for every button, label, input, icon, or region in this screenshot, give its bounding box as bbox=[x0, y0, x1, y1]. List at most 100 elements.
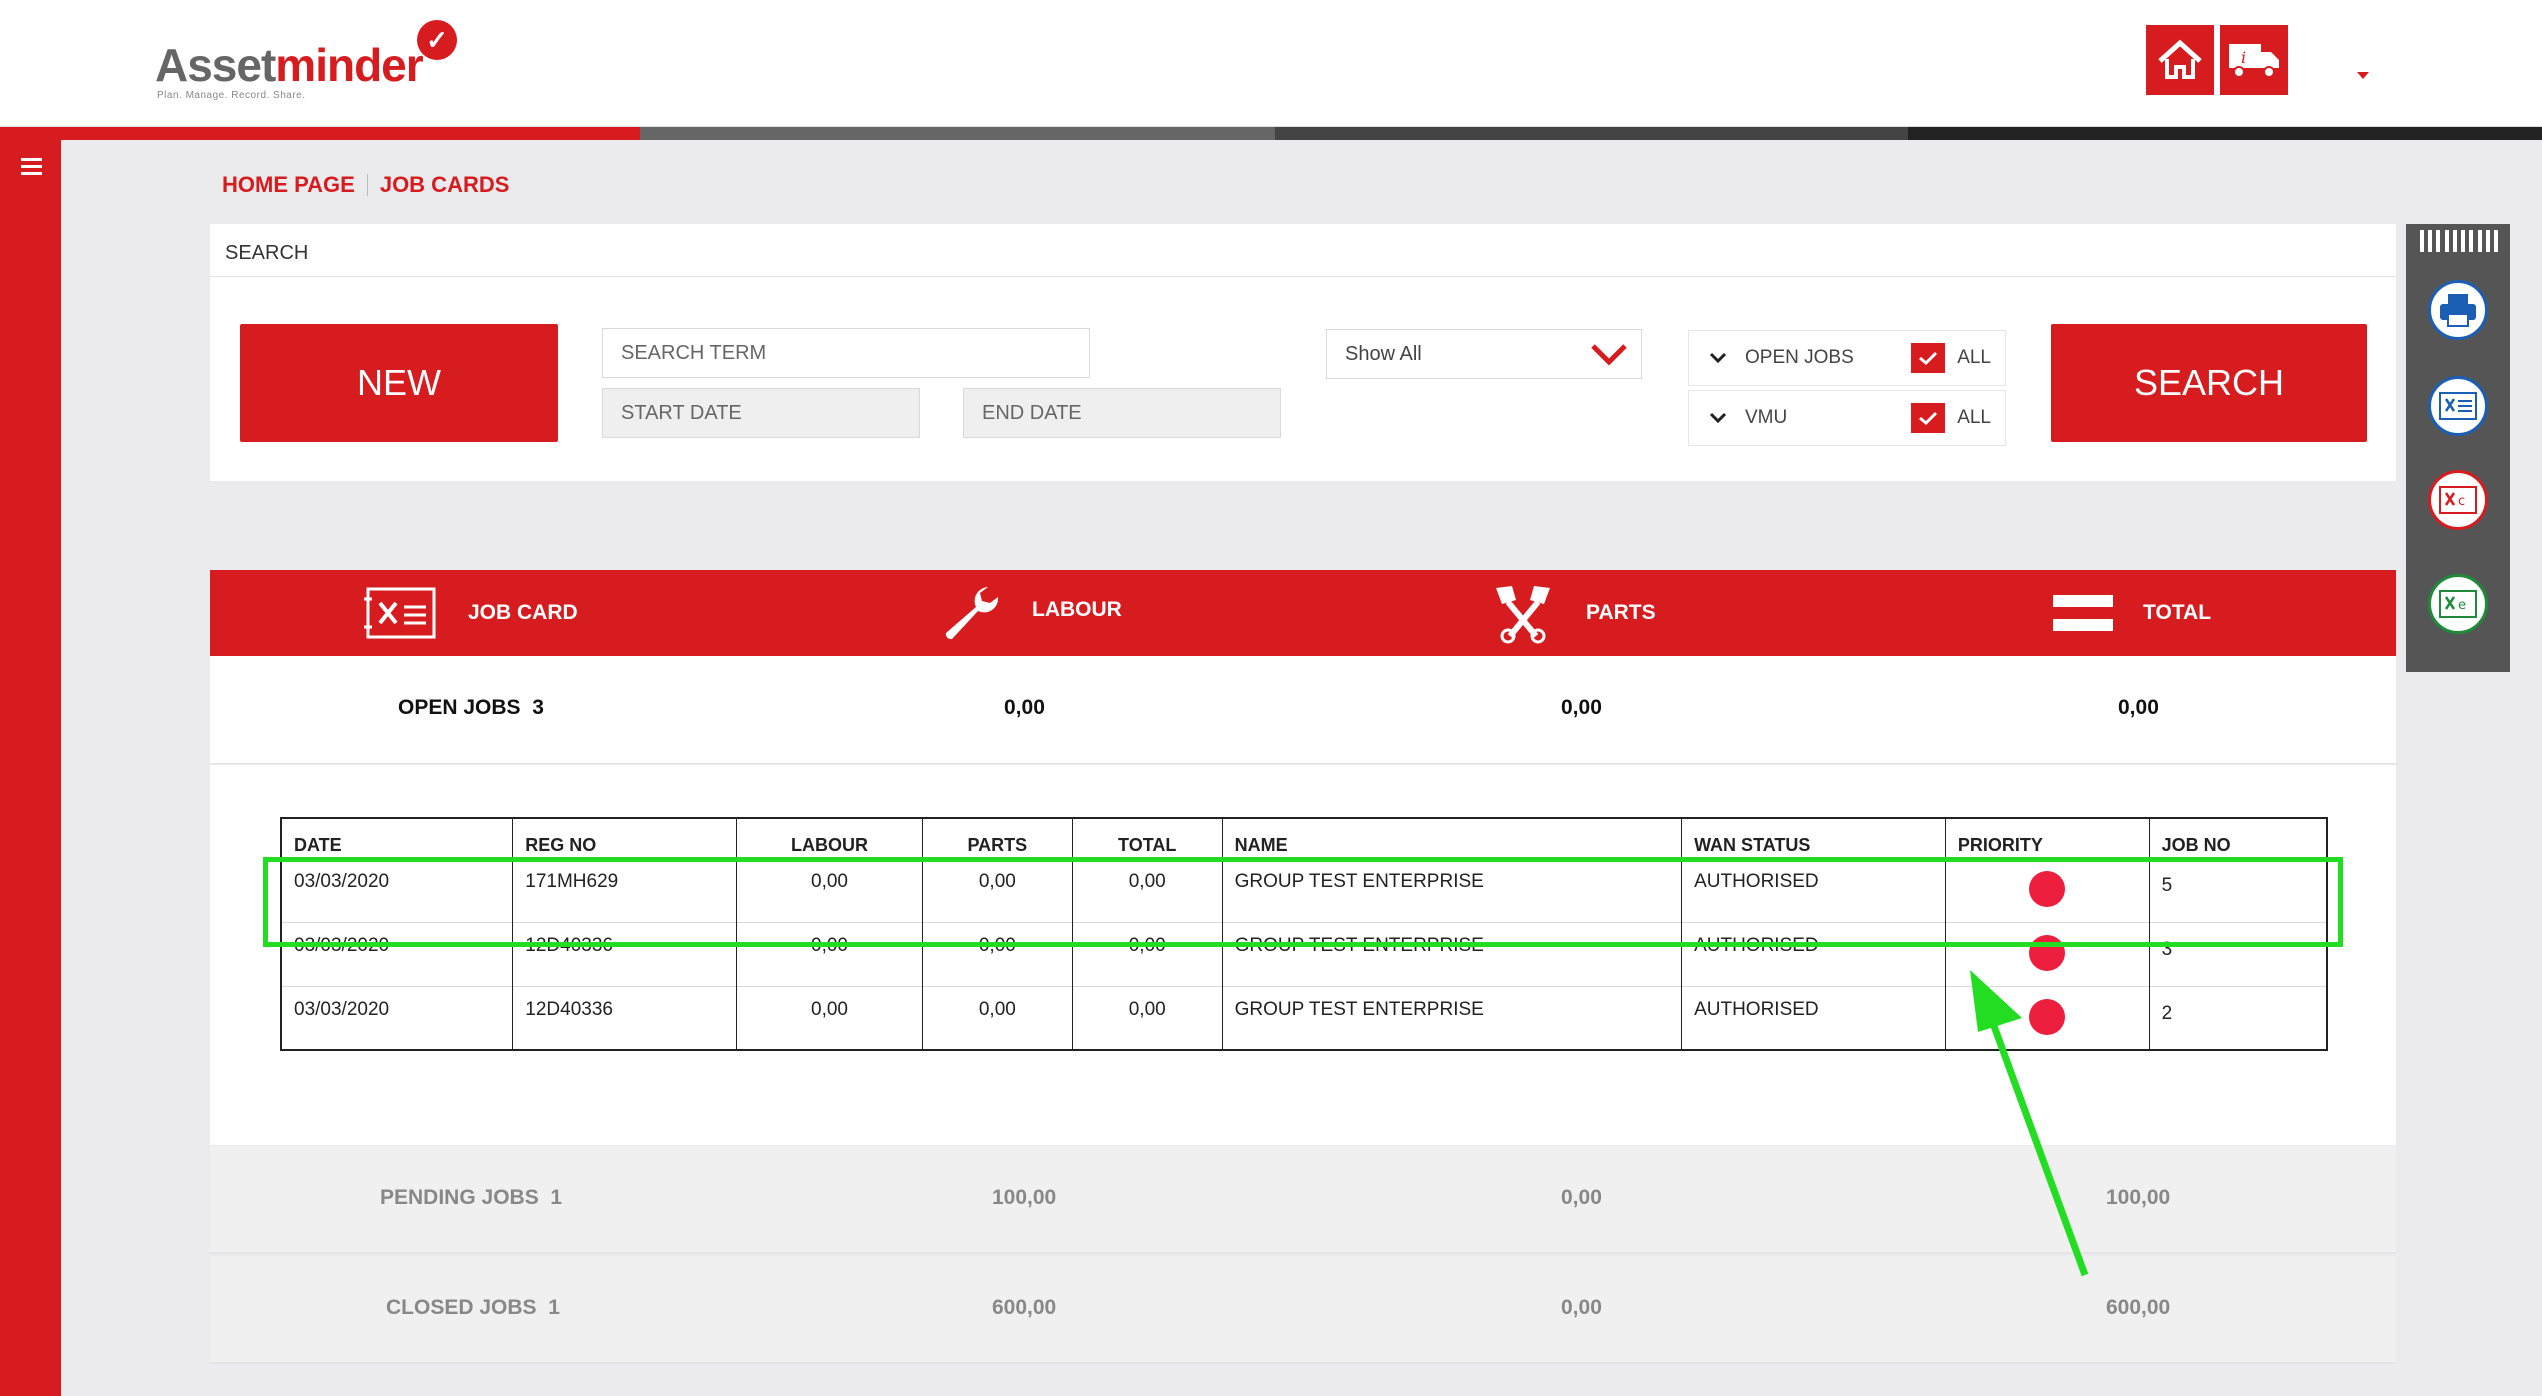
breadcrumb: HOME PAGE JOB CARDS bbox=[222, 172, 509, 198]
summary-col-total: TOTAL bbox=[2053, 570, 2211, 656]
open-jobs-summary-row[interactable]: OPEN JOBS 3 0,00 0,00 0,00 bbox=[210, 656, 2396, 764]
open-jobs-filter-label: OPEN JOBS bbox=[1745, 347, 1854, 368]
vmu-filter-label: VMU bbox=[1745, 407, 1788, 428]
summary-parts-label: PARTS bbox=[1586, 601, 1656, 624]
open-jobs-labour: 0,00 bbox=[1004, 696, 1045, 719]
pending-jobs-count: 1 bbox=[550, 1186, 563, 1209]
export-excel-icon: e bbox=[2439, 590, 2477, 618]
progress-strip-red bbox=[0, 127, 640, 140]
print-button[interactable] bbox=[2428, 280, 2488, 340]
closed-jobs-parts: 0,00 bbox=[1561, 1296, 1602, 1319]
summary-job-card-label: JOB CARD bbox=[468, 601, 578, 624]
pending-jobs-labour: 100,00 bbox=[992, 1186, 1057, 1209]
closed-jobs-count: 1 bbox=[548, 1296, 560, 1319]
export-excel-button[interactable]: e bbox=[2428, 574, 2488, 634]
col-header-total[interactable]: TOTAL bbox=[1071, 818, 1223, 858]
new-button[interactable]: NEW bbox=[240, 324, 558, 442]
open-jobs-count: 3 bbox=[532, 696, 544, 719]
breadcrumb-home-link[interactable]: HOME PAGE bbox=[222, 172, 355, 198]
export-toolbar: c e bbox=[2406, 224, 2510, 672]
search-divider bbox=[210, 276, 2396, 277]
pistons-icon bbox=[1496, 586, 1550, 644]
home-button[interactable] bbox=[2146, 25, 2214, 95]
user-dropdown-caret-icon[interactable] bbox=[2357, 72, 2369, 79]
open-jobs-parts: 0,00 bbox=[1561, 696, 1602, 719]
svg-text:c: c bbox=[2458, 494, 2465, 509]
col-header-job-no[interactable]: JOB NO bbox=[2148, 818, 2328, 858]
export-pdf-button[interactable] bbox=[2428, 376, 2488, 436]
closed-jobs-labour: 600,00 bbox=[992, 1296, 1057, 1319]
start-date-input[interactable]: START DATE bbox=[602, 388, 920, 438]
summary-col-labour: LABOUR bbox=[938, 570, 1122, 656]
info-truck-icon: i bbox=[2229, 44, 2279, 78]
pending-jobs-label: PENDING JOBS 1 bbox=[380, 1186, 563, 1209]
search-panel: SEARCH NEW SEARCH TERM START DATE END DA… bbox=[210, 224, 2396, 481]
summary-labour-label: LABOUR bbox=[1032, 598, 1122, 621]
app-header: Assetminder Plan. Manage. Record. Share.… bbox=[0, 0, 2542, 127]
cell-total: 0,00 bbox=[1071, 985, 1223, 1050]
progress-strip-black bbox=[1908, 127, 2542, 140]
vehicle-info-button[interactable]: i bbox=[2220, 25, 2288, 95]
side-nav bbox=[0, 140, 61, 1396]
open-jobs-all-label: ALL bbox=[1957, 347, 1991, 368]
col-header-parts[interactable]: PARTS bbox=[921, 818, 1073, 858]
svg-text:e: e bbox=[2458, 598, 2466, 613]
highlight-box-annotation bbox=[263, 857, 2343, 947]
cell-parts: 0,00 bbox=[921, 985, 1073, 1050]
vmu-filter[interactable]: VMU ALL bbox=[1688, 390, 2006, 446]
col-header-labour[interactable]: LABOUR bbox=[736, 818, 923, 858]
logo-tagline: Plan. Manage. Record. Share. bbox=[157, 90, 306, 101]
summary-header-bar: JOB CARD LABOUR PARTS TOTAL bbox=[210, 570, 2396, 656]
cell-labour: 0,00 bbox=[736, 985, 923, 1050]
open-jobs-filter[interactable]: OPEN JOBS ALL bbox=[1688, 330, 2006, 386]
export-pdf-icon bbox=[2439, 392, 2477, 420]
col-header-date[interactable]: DATE bbox=[280, 818, 514, 858]
assetminder-logo[interactable]: Assetminder Plan. Manage. Record. Share.… bbox=[155, 20, 475, 101]
show-filter-select[interactable]: Show All bbox=[1326, 329, 1642, 379]
summary-col-parts: PARTS bbox=[1490, 570, 1656, 656]
cell-wan-status: AUTHORISED bbox=[1681, 985, 1946, 1050]
hamburger-menu-icon[interactable] bbox=[21, 158, 42, 179]
export-csv-button[interactable]: c bbox=[2428, 470, 2488, 530]
check-icon bbox=[1919, 351, 1938, 366]
end-date-input[interactable]: END DATE bbox=[963, 388, 1281, 438]
check-icon bbox=[1919, 411, 1938, 426]
search-panel-title: SEARCH bbox=[225, 242, 309, 264]
search-button[interactable]: SEARCH bbox=[2051, 324, 2367, 442]
logo-text: Assetminder bbox=[155, 39, 424, 91]
col-header-reg-no[interactable]: REG NO bbox=[512, 818, 738, 858]
cell-reg-no: 12D40336 bbox=[512, 985, 738, 1050]
checkmark-icon: ✓ bbox=[417, 20, 457, 60]
wrench-icon bbox=[945, 587, 999, 640]
cell-name: GROUP TEST ENTERPRISE bbox=[1221, 985, 1683, 1050]
col-header-wan-status[interactable]: WAN STATUS bbox=[1681, 818, 1946, 858]
chevron-down-icon bbox=[1709, 352, 1727, 364]
summary-total-label: TOTAL bbox=[2143, 601, 2212, 624]
job-card-icon bbox=[364, 587, 436, 639]
annotation-arrow-icon bbox=[1970, 970, 2089, 1277]
col-header-name[interactable]: NAME bbox=[1221, 818, 1683, 858]
progress-strip-dark bbox=[1275, 127, 1908, 140]
open-jobs-all-checkbox[interactable] bbox=[1911, 343, 1946, 373]
export-csv-icon: c bbox=[2439, 486, 2477, 514]
pending-jobs-parts: 0,00 bbox=[1561, 1186, 1602, 1209]
table-header-row: DATE REG NO LABOUR PARTS TOTAL NAME WAN … bbox=[280, 818, 2328, 858]
show-filter-value: Show All bbox=[1345, 342, 1422, 365]
pending-jobs-total: 100,00 bbox=[2106, 1186, 2171, 1209]
breadcrumb-current[interactable]: JOB CARDS bbox=[380, 172, 510, 198]
open-jobs-total: 0,00 bbox=[2118, 696, 2159, 719]
equals-icon bbox=[2053, 595, 2113, 631]
closed-jobs-total: 600,00 bbox=[2106, 1296, 2171, 1319]
vmu-all-label: ALL bbox=[1957, 407, 1991, 428]
breadcrumb-separator bbox=[366, 174, 368, 196]
open-jobs-label: OPEN JOBS 3 bbox=[398, 696, 544, 719]
svg-text:i: i bbox=[2241, 48, 2246, 67]
col-header-priority[interactable]: PRIORITY bbox=[1944, 818, 2150, 858]
chevron-down-icon bbox=[1709, 412, 1727, 424]
barcode-icon[interactable] bbox=[2420, 230, 2498, 252]
vmu-all-checkbox[interactable] bbox=[1911, 403, 1946, 433]
search-term-input[interactable]: SEARCH TERM bbox=[602, 328, 1090, 378]
chevron-down-icon bbox=[1591, 344, 1627, 366]
cell-job-no: 2 bbox=[2148, 985, 2328, 1050]
print-icon bbox=[2440, 294, 2476, 327]
